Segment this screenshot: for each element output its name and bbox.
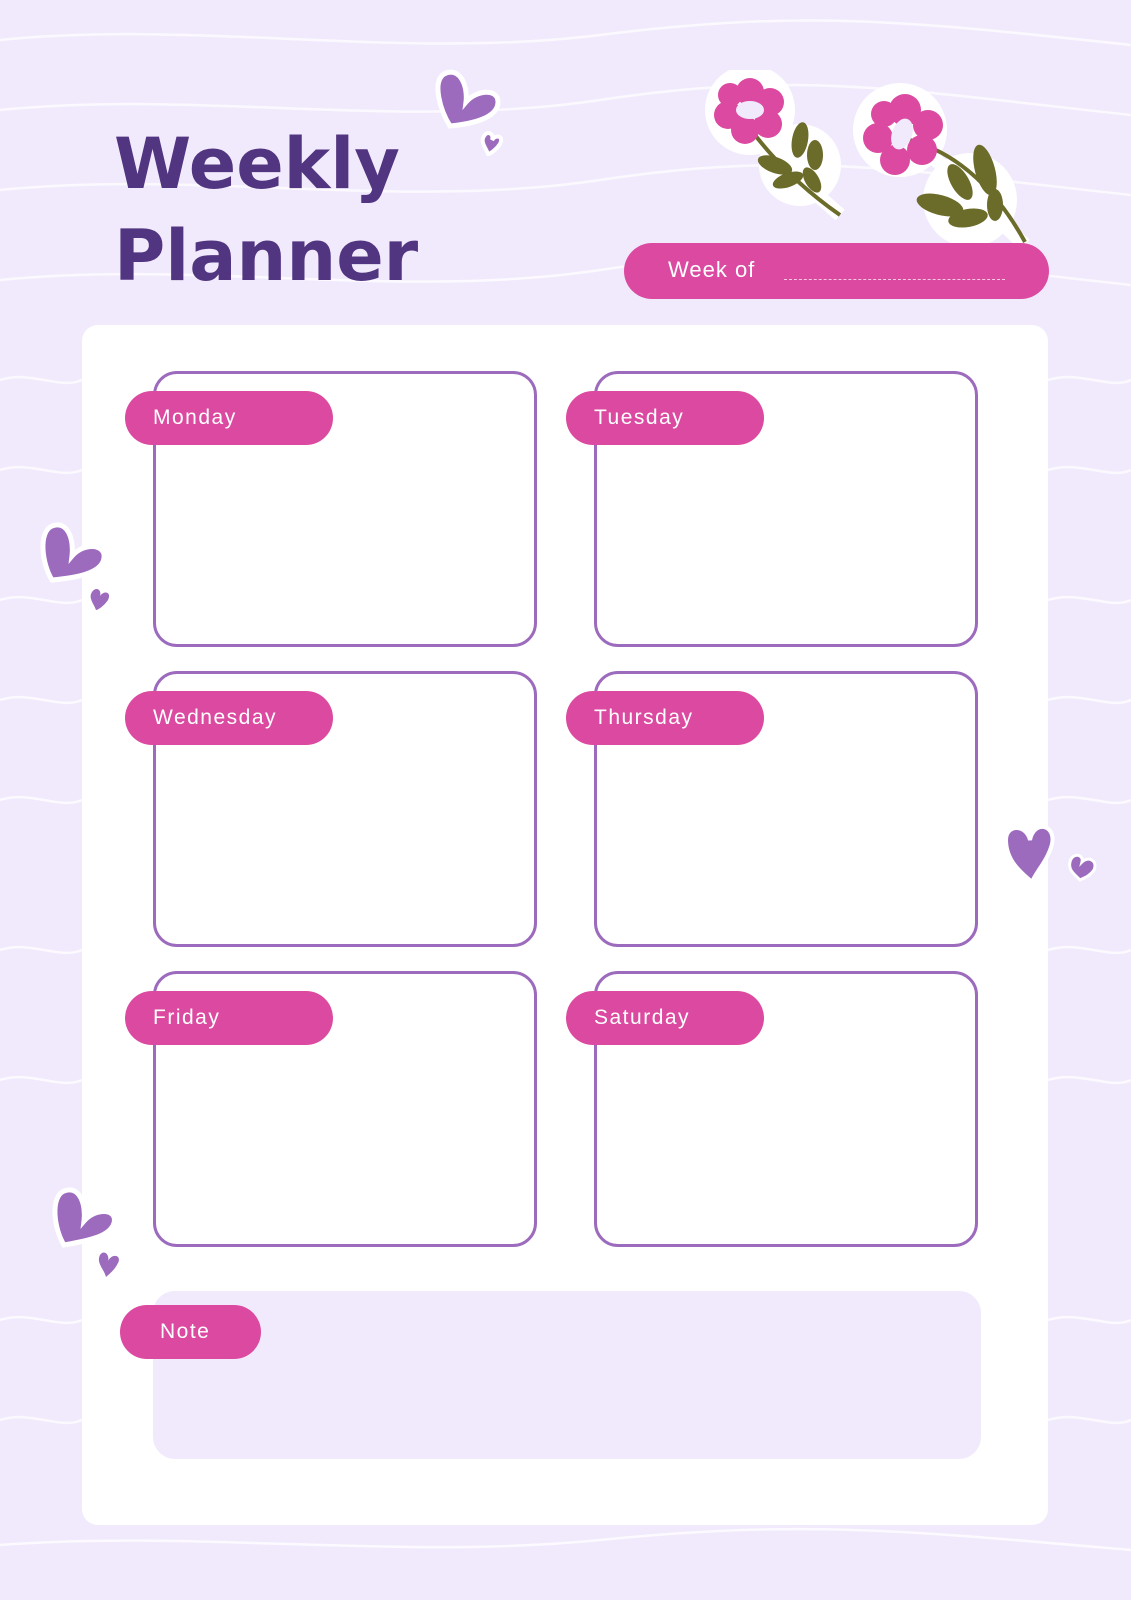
heart-icon — [1003, 825, 1097, 886]
day-tag-monday: Monday — [125, 391, 333, 445]
heart-icon — [435, 69, 503, 157]
day-tag-wednesday: Wednesday — [125, 691, 333, 745]
note-box[interactable] — [153, 1291, 981, 1459]
week-of-input-line[interactable] — [784, 279, 1005, 280]
day-tag-friday: Friday — [125, 991, 333, 1045]
title-line-1: Weekly — [114, 123, 400, 205]
day-tag-tuesday: Tuesday — [566, 391, 764, 445]
day-tag-thursday: Thursday — [566, 691, 764, 745]
heart-icon — [40, 522, 110, 610]
title-line-2: Planner — [114, 215, 419, 297]
note-tag: Note — [120, 1305, 261, 1359]
day-tag-saturday: Saturday — [566, 991, 764, 1045]
week-of-field[interactable]: Week of — [624, 243, 1049, 299]
heart-icon — [52, 1187, 119, 1277]
flowers-illustration — [705, 70, 1030, 250]
week-of-label: Week of — [668, 257, 756, 282]
page-title: Weekly Planner — [114, 118, 418, 302]
